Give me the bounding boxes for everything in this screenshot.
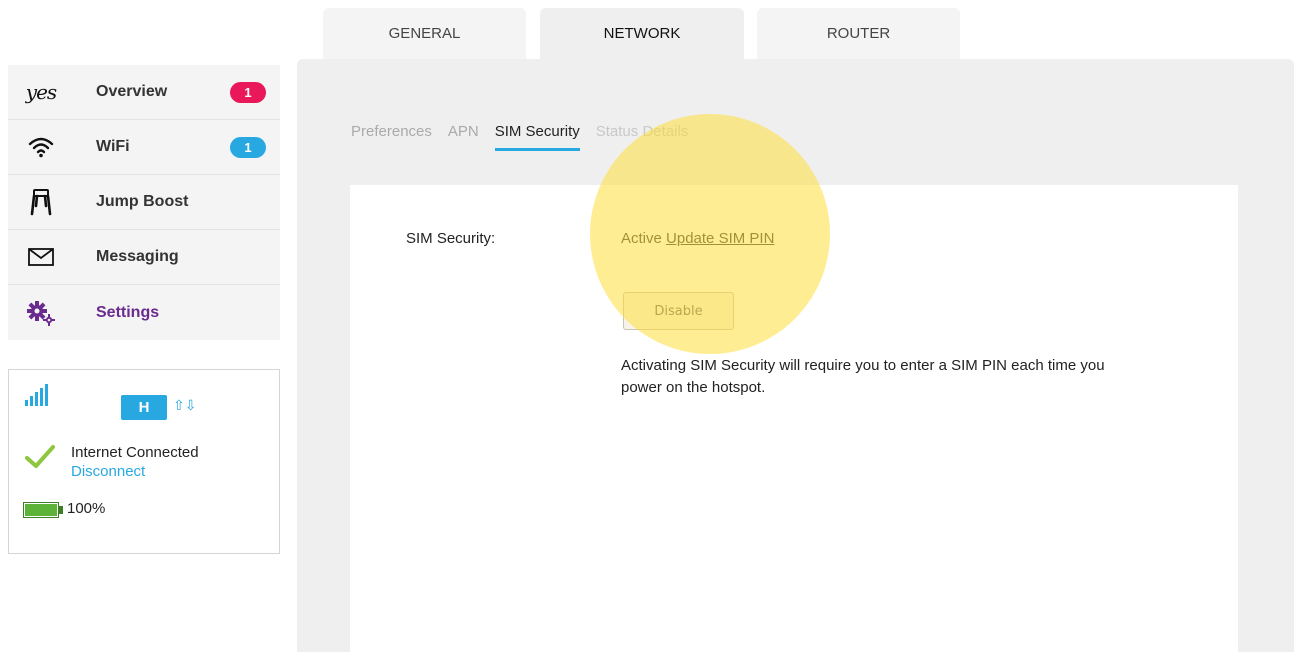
sidebar-item-messaging[interactable]: Messaging bbox=[8, 230, 280, 285]
sidebar-item-label: Settings bbox=[96, 303, 160, 321]
tab-router[interactable]: ROUTER bbox=[757, 8, 960, 59]
wifi-icon bbox=[16, 132, 66, 162]
subtab-preferences[interactable]: Preferences bbox=[351, 123, 432, 151]
sidebar-item-label: Jump Boost bbox=[96, 193, 189, 210]
sidebar-item-label: Messaging bbox=[96, 248, 179, 265]
sidebar-item-wifi[interactable]: WiFi 1 bbox=[8, 120, 280, 175]
connection-status-panel: H ⇧⇩ Internet Connected Disconnect 100% bbox=[8, 369, 280, 554]
tab-general-label: GENERAL bbox=[388, 25, 461, 42]
subtab-bar: Preferences APN SIM Security Status Deta… bbox=[351, 123, 704, 151]
envelope-icon bbox=[16, 242, 66, 272]
battery-icon bbox=[23, 502, 63, 518]
signal-strength-icon bbox=[25, 384, 49, 411]
subtab-apn[interactable]: APN bbox=[448, 123, 479, 151]
disconnect-link[interactable]: Disconnect bbox=[71, 463, 145, 480]
sim-security-value: Active Update SIM PIN bbox=[621, 230, 774, 247]
subtab-sim-security[interactable]: SIM Security bbox=[494, 123, 580, 151]
sim-security-description: Activating SIM Security will require you… bbox=[621, 357, 1105, 396]
disable-button[interactable]: Disable bbox=[623, 292, 734, 330]
tab-router-label: ROUTER bbox=[826, 25, 891, 42]
sidebar-item-overview[interactable]: yes Overview 1 bbox=[8, 65, 280, 120]
battery-percentage: 100% bbox=[67, 500, 106, 517]
sim-security-label: SIM Security: bbox=[406, 230, 496, 247]
gears-icon bbox=[16, 298, 66, 328]
yes-logo-icon: yes bbox=[16, 77, 66, 107]
sidebar-item-label: WiFi bbox=[96, 138, 130, 155]
main-panel: Preferences APN SIM Security Status Deta… bbox=[297, 59, 1294, 652]
tab-network[interactable]: NETWORK bbox=[540, 8, 744, 59]
sim-status: Active bbox=[621, 230, 662, 247]
network-type-badge: H bbox=[121, 395, 167, 420]
connection-status-text: Internet Connected bbox=[71, 444, 199, 461]
sidebar: yes Overview 1 WiFi 1 Jump Boost Messagi… bbox=[8, 65, 280, 340]
sim-security-card: SIM Security: Active Update SIM PIN Disa… bbox=[350, 185, 1238, 652]
tab-network-label: NETWORK bbox=[603, 25, 681, 42]
check-icon bbox=[25, 444, 55, 475]
yes-logo-text: yes bbox=[25, 80, 57, 104]
sidebar-item-settings[interactable]: Settings bbox=[8, 285, 280, 340]
subtab-status-details[interactable]: Status Details bbox=[596, 123, 689, 151]
wifi-badge: 1 bbox=[230, 137, 266, 158]
update-sim-pin-link[interactable]: Update SIM PIN bbox=[666, 230, 774, 247]
overview-badge: 1 bbox=[230, 82, 266, 103]
tab-general[interactable]: GENERAL bbox=[323, 8, 526, 59]
jump-boost-icon bbox=[16, 187, 66, 217]
sidebar-item-label: Overview bbox=[96, 83, 168, 100]
battery-fill bbox=[25, 504, 57, 516]
sidebar-item-jump-boost[interactable]: Jump Boost bbox=[8, 175, 280, 230]
data-transfer-arrows-icon: ⇧⇩ bbox=[173, 397, 197, 413]
